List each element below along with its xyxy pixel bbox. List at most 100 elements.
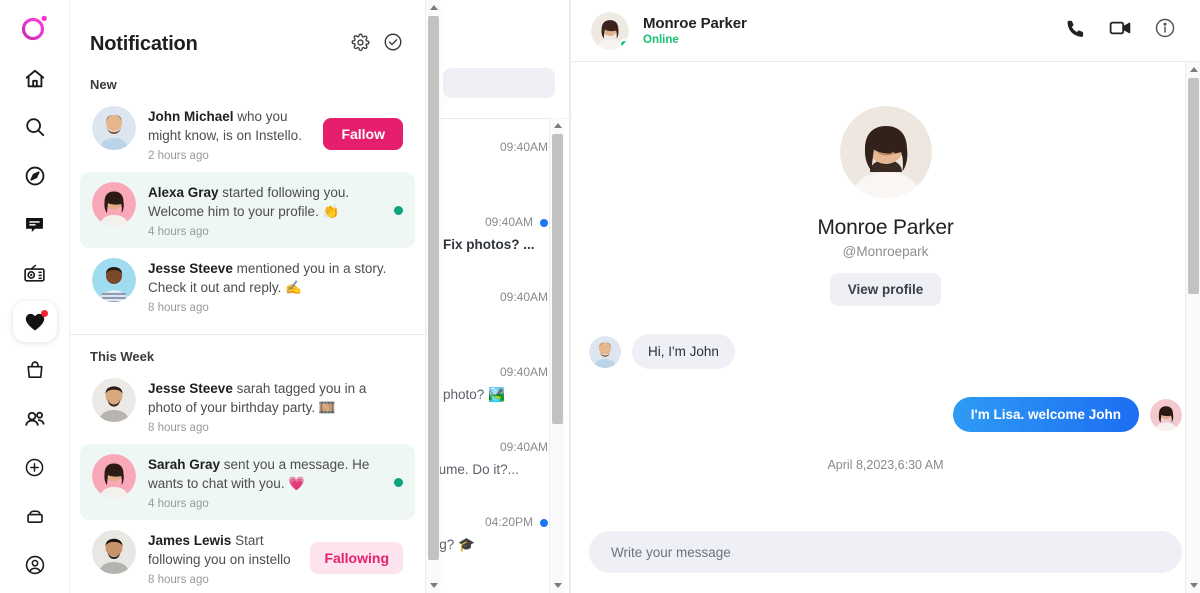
sidebar-item-search[interactable] [13,107,57,148]
unread-dot-icon [540,518,548,527]
notification-header-actions [351,32,403,57]
scroll-up-button[interactable] [426,0,441,15]
chat-timestamp-text: 09:40AM [484,215,533,229]
scroll-down-button[interactable] [1186,578,1200,593]
notification-text: Sarah Gray sent you a message. He wants … [148,455,382,493]
sidebar-item-profile[interactable] [13,544,57,585]
notification-text: James Lewis Start following you on inste… [148,531,298,569]
message-row-incoming: Hi, I'm John [589,334,1182,369]
notification-text: John Michael who you might know, is on I… [148,107,311,145]
avatar [589,335,621,368]
message-date-divider: April 8,2023,6:30 AM [827,458,944,472]
scrollbar-thumb[interactable] [1188,78,1199,294]
unread-indicator-dot [394,477,403,487]
chevron-down-icon [429,583,438,588]
list-item[interactable]: Jesse Steeve sarah tagged you in a photo… [80,368,415,444]
chat-contact-status: Online [643,34,679,46]
profile-name: Monroe Parker [817,216,954,239]
message-input[interactable] [589,531,1182,573]
list-item-action: Fallowing [310,542,403,574]
list-item[interactable]: Alexa Gray started following you. Welcom… [80,172,415,248]
page-title: Notification [90,33,198,55]
notification-header: Notification [70,0,425,63]
notification-list-this-week: Jesse Steeve sarah tagged you in a photo… [70,368,425,593]
online-status-dot [619,38,629,49]
following-button[interactable]: Fallowing [310,542,403,574]
scrollbar-thumb[interactable] [428,16,439,560]
check-circle-icon[interactable] [383,32,403,57]
video-camera-icon[interactable] [1108,16,1132,45]
avatar [92,530,136,574]
scroll-down-button[interactable] [426,578,441,593]
avatar [839,106,932,198]
chat-list-scrollbar[interactable] [549,118,564,593]
notification-timestamp: 8 hours ago [148,574,209,586]
app-root: Notification New John Michael who you mi… [0,0,1200,593]
scrollbar-thumb[interactable] [552,134,563,424]
sidebar-item-reels[interactable] [13,253,57,294]
list-item-body: Jesse Steeve mentioned you in a story. C… [148,258,403,314]
chat-timestamp-text: 04:20PM [484,515,533,529]
unread-dot-icon [540,218,548,227]
list-item[interactable]: Sarah Gray sent you a message. He wants … [80,444,415,520]
chevron-up-icon [553,123,562,128]
notification-timestamp: 4 hours ago [148,498,209,510]
sidebar-item-home[interactable] [13,59,57,100]
notification-user-name: James Lewis [148,533,232,548]
chevron-down-icon [1189,583,1198,588]
instello-logo-icon[interactable] [13,8,57,49]
phone-icon[interactable] [1065,18,1086,44]
list-item[interactable]: James Lewis Start following you on inste… [80,520,415,593]
list-item-body: Sarah Gray sent you a message. He wants … [148,454,382,510]
list-item[interactable]: John Michael who you might know, is on I… [80,96,415,172]
gear-icon[interactable] [351,33,370,57]
chat-header-meta: Monroe Parker Online [643,15,1065,46]
search-input[interactable] [443,68,555,98]
sidebar-item-friends[interactable] [13,399,57,440]
notification-user-name: Jesse Steeve [148,261,233,276]
sidebar-item-shop[interactable] [13,350,57,391]
notification-text: Jesse Steeve mentioned you in a story. C… [148,259,403,297]
chat-contact-name: Monroe Parker [643,15,747,32]
notification-list-new: John Michael who you might know, is on I… [70,96,425,324]
list-item-body: John Michael who you might know, is on I… [148,106,311,162]
notification-timestamp: 8 hours ago [148,302,209,314]
contact-profile-card: Monroe Parker @Monroepark View profile [589,62,1182,306]
chat-header-actions [1065,16,1176,45]
follow-button[interactable]: Fallow [323,118,403,150]
profile-handle: @Monroepark [842,244,929,259]
scroll-up-button[interactable] [550,118,565,133]
message-bubble: I'm Lisa. welcome John [952,397,1139,432]
chat-panel-scrollbar[interactable] [1185,62,1200,593]
sidebar-item-messages[interactable] [13,204,57,245]
chat-composer [571,521,1200,593]
avatar [92,378,136,422]
scroll-down-button[interactable] [550,578,565,593]
list-item-body: Jesse Steeve sarah tagged you in a photo… [148,378,403,434]
avatar [92,258,136,302]
notification-user-name: Sarah Gray [148,457,221,472]
sidebar-item-explore[interactable] [13,156,57,197]
scroll-up-button[interactable] [1186,62,1200,77]
avatar [92,454,136,498]
notification-text: Jesse Steeve sarah tagged you in a photo… [148,379,403,417]
notification-user-name: Jesse Steeve [148,381,233,396]
notification-text: Alexa Gray started following you. Welcom… [148,183,382,221]
sidebar-item-notifications[interactable] [12,301,57,343]
left-icon-rail [0,0,70,593]
notification-section-label-this-week: This Week [90,349,155,364]
sidebar-item-create[interactable] [13,447,57,488]
view-profile-button[interactable]: View profile [829,273,942,306]
notification-timestamp: 2 hours ago [148,150,209,162]
chat-message-area: Monroe Parker @Monroepark View profile H… [571,62,1200,521]
list-item-action: Fallow [323,118,403,150]
sidebar-item-saved[interactable] [13,496,57,537]
avatar[interactable] [591,11,629,50]
info-icon[interactable] [1154,17,1176,44]
list-item-body: James Lewis Start following you on inste… [148,530,298,586]
unread-indicator-dot [394,205,403,215]
list-item[interactable]: Jesse Steeve mentioned you in a story. C… [80,248,415,324]
list-item-body: Alexa Gray started following you. Welcom… [148,182,382,238]
notification-section-label-new: New [90,77,117,92]
notification-panel-scrollbar[interactable] [425,0,440,593]
